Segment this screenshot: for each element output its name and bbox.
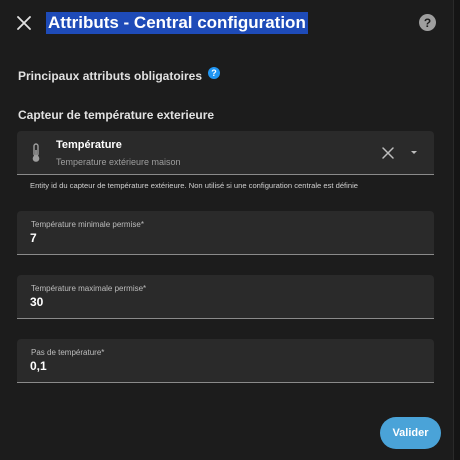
sensor-section-label: Capteur de température exterieure bbox=[18, 108, 215, 122]
section-title-text: Principaux attributs obligatoires bbox=[18, 69, 203, 83]
dialog-title: Attributs - Central configuration bbox=[46, 12, 308, 34]
entity-name: Température bbox=[56, 139, 122, 151]
step-field[interactable]: Pas de température* bbox=[17, 339, 434, 383]
help-icon[interactable]: ? bbox=[419, 14, 436, 31]
entity-friendly-name: Temperature extérieure maison bbox=[56, 157, 181, 167]
section-title: Principaux attributs obligatoires ? bbox=[18, 67, 221, 83]
chevron-down-icon[interactable] bbox=[409, 149, 419, 157]
max-temp-field[interactable]: Température maximale permise* bbox=[17, 275, 434, 319]
thermometer-icon bbox=[32, 143, 40, 162]
step-label: Pas de température* bbox=[31, 348, 105, 357]
max-temp-label: Température maximale permise* bbox=[31, 284, 147, 293]
background-strip bbox=[454, 0, 460, 460]
clear-icon[interactable] bbox=[381, 146, 395, 160]
close-button[interactable] bbox=[12, 11, 36, 35]
entity-picker[interactable]: Température Temperature extérieure maiso… bbox=[17, 131, 434, 175]
dialog-header: Attributs - Central configuration ? bbox=[0, 0, 454, 46]
min-temp-label: Température minimale permise* bbox=[31, 220, 144, 229]
submit-button[interactable]: Valider bbox=[380, 417, 441, 449]
info-icon[interactable]: ? bbox=[208, 67, 221, 79]
sensor-helper-text: Entity id du capteur de température exté… bbox=[30, 181, 358, 190]
close-icon bbox=[17, 16, 31, 30]
min-temp-input[interactable] bbox=[30, 231, 410, 245]
min-temp-field[interactable]: Température minimale permise* bbox=[17, 211, 434, 255]
step-input[interactable] bbox=[30, 359, 410, 373]
dialog: Attributs - Central configuration ? Prin… bbox=[0, 0, 454, 460]
max-temp-input[interactable] bbox=[30, 295, 410, 309]
